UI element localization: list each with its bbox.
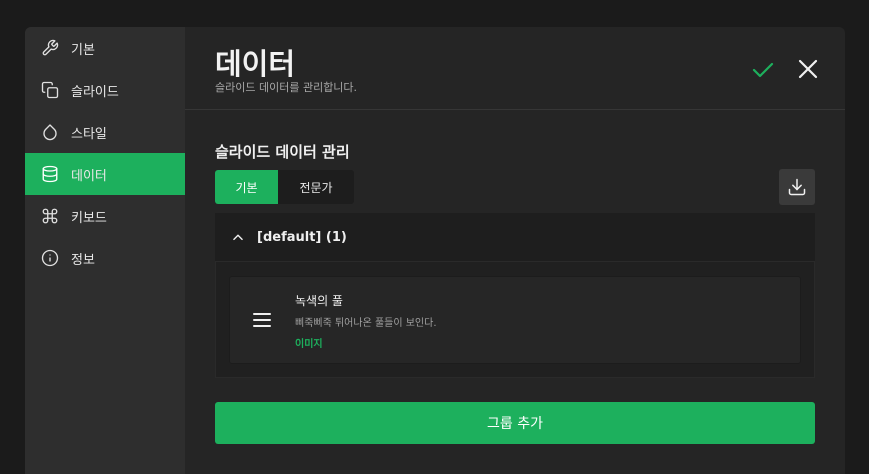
- group-header[interactable]: [default] (1): [215, 213, 815, 261]
- sidebar-item-data[interactable]: 데이터: [25, 153, 185, 195]
- page-title: 데이터: [215, 47, 296, 81]
- command-icon: [41, 207, 59, 225]
- confirm-button[interactable]: [751, 58, 775, 82]
- sidebar: 기본 슬라이드 스타일 데이터 키보드 정보: [25, 27, 185, 474]
- main-panel: 데이터 슬라이드 데이터를 관리합니다. 슬라이드 데이터 관리 기본 전문가 …: [185, 27, 845, 474]
- tab-basic[interactable]: 기본: [215, 170, 278, 204]
- sidebar-item-style[interactable]: 스타일: [25, 111, 185, 153]
- wrench-icon: [41, 39, 59, 57]
- item-type-badge: 이미지: [295, 339, 323, 350]
- database-icon: [41, 165, 59, 183]
- item-title: 녹색의 풀: [295, 294, 343, 308]
- info-icon: [41, 249, 59, 267]
- page-subtitle: 슬라이드 데이터를 관리합니다.: [215, 81, 358, 94]
- droplet-icon: [41, 123, 59, 141]
- sidebar-item-label: 정보: [71, 252, 95, 268]
- group-name: [default] (1): [257, 229, 347, 245]
- check-icon: [752, 62, 774, 78]
- chevron-up-icon: [233, 234, 243, 241]
- section-title: 슬라이드 데이터 관리: [215, 143, 350, 161]
- sidebar-item-keyboard[interactable]: 키보드: [25, 195, 185, 237]
- download-button[interactable]: [779, 169, 815, 205]
- sidebar-item-slides[interactable]: 슬라이드: [25, 69, 185, 111]
- sidebar-item-basic[interactable]: 기본: [25, 27, 185, 69]
- copy-icon: [41, 81, 59, 99]
- drag-handle-icon[interactable]: [252, 311, 272, 329]
- sidebar-item-label: 슬라이드: [71, 84, 119, 100]
- settings-window: 기본 슬라이드 스타일 데이터 키보드 정보 데이터 슬라이드 데이터를 관리합…: [25, 27, 845, 474]
- download-icon: [788, 178, 806, 196]
- sidebar-item-label: 데이터: [71, 168, 107, 184]
- sidebar-item-label: 스타일: [71, 126, 107, 142]
- close-button[interactable]: [796, 57, 820, 81]
- group-body: 녹색의 풀 삐죽삐죽 튀어나온 풀들이 보인다. 이미지: [215, 261, 815, 378]
- header-divider: [185, 109, 845, 110]
- item-description: 삐죽삐죽 튀어나온 풀들이 보인다.: [295, 318, 437, 329]
- sidebar-item-label: 기본: [71, 42, 95, 58]
- sidebar-item-label: 키보드: [71, 210, 107, 226]
- tab-expert[interactable]: 전문가: [278, 170, 354, 204]
- close-icon: [798, 59, 818, 79]
- add-group-button[interactable]: 그룹 추가: [215, 402, 815, 444]
- list-item[interactable]: 녹색의 풀 삐죽삐죽 튀어나온 풀들이 보인다. 이미지: [229, 276, 801, 364]
- sidebar-item-info[interactable]: 정보: [25, 237, 185, 279]
